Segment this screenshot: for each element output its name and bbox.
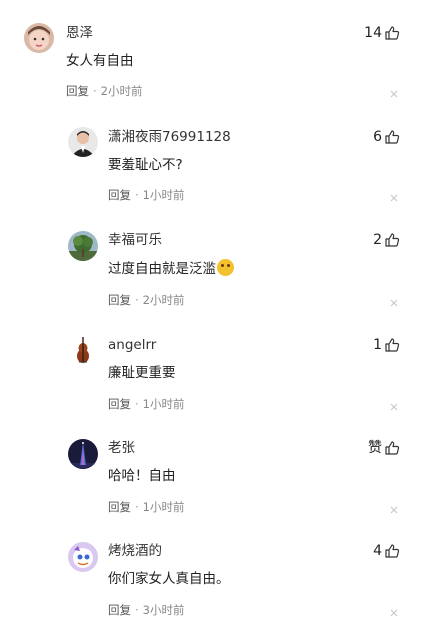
reply-item: 幸福可乐 2 过度自由就是泛滥 回复 · 2小时前 bbox=[0, 215, 427, 320]
close-icon[interactable] bbox=[389, 505, 399, 515]
avatar[interactable] bbox=[68, 542, 98, 572]
like-button[interactable]: 6 bbox=[373, 127, 400, 147]
like-count: 2 bbox=[373, 232, 382, 248]
timestamp: 1小时前 bbox=[142, 397, 185, 411]
close-icon[interactable] bbox=[389, 402, 399, 412]
avatar[interactable] bbox=[68, 335, 98, 365]
reply-item: 烤烧酒的 4 你们家女人真自由。 回复 · 3小时前 bbox=[0, 526, 427, 636]
separator-dot: · bbox=[93, 84, 97, 98]
like-button[interactable]: 2 bbox=[373, 230, 400, 250]
smirk-emoji-icon bbox=[217, 259, 234, 276]
comment-text-row: 过度自由就是泛滥 bbox=[108, 259, 234, 278]
comment-text: 哈哈！自由 bbox=[108, 468, 176, 484]
timestamp: 2小时前 bbox=[142, 293, 185, 307]
reply-item: 潇湘夜雨76991128 6 要羞耻心不? 回复 · 1小时前 bbox=[0, 110, 427, 215]
thumbs-up-icon bbox=[384, 25, 400, 41]
username[interactable]: angelrr bbox=[108, 336, 156, 354]
username[interactable]: 老张 bbox=[108, 439, 135, 457]
close-icon[interactable] bbox=[389, 298, 399, 308]
comment-meta: 回复 · 1小时前 bbox=[108, 396, 184, 412]
avatar[interactable] bbox=[68, 231, 98, 261]
comment-meta: 回复 · 1小时前 bbox=[108, 187, 184, 203]
comment-text: 过度自由就是泛滥 bbox=[108, 261, 216, 277]
like-count: 1 bbox=[373, 337, 382, 353]
thumbs-up-icon bbox=[384, 129, 400, 145]
username[interactable]: 幸福可乐 bbox=[108, 231, 162, 249]
comment-meta: 回复 · 2小时前 bbox=[66, 83, 142, 99]
avatar[interactable] bbox=[68, 439, 98, 469]
comment-meta: 回复 · 3小时前 bbox=[108, 602, 184, 618]
thumbs-up-icon bbox=[384, 337, 400, 353]
separator-dot: · bbox=[135, 500, 139, 514]
timestamp: 3小时前 bbox=[142, 603, 185, 617]
reply-button[interactable]: 回复 bbox=[108, 397, 131, 411]
comment-text: 你们家女人真自由。 bbox=[108, 571, 230, 587]
reply-button[interactable]: 回复 bbox=[108, 188, 131, 202]
timestamp: 1小时前 bbox=[142, 188, 185, 202]
timestamp: 2小时前 bbox=[100, 84, 143, 98]
thumbs-up-icon bbox=[384, 543, 400, 559]
comment-text: 廉耻更重要 bbox=[108, 365, 176, 381]
reply-button[interactable]: 回复 bbox=[66, 84, 89, 98]
reply-item: 老张 赞 哈哈！自由 回复 · 1小时前 bbox=[0, 423, 427, 526]
separator-dot: · bbox=[135, 293, 139, 307]
like-button[interactable]: 4 bbox=[373, 541, 400, 561]
close-icon[interactable] bbox=[389, 608, 399, 618]
comment-item: 恩泽 14 女人有自由 回复 · 2小时前 bbox=[0, 0, 427, 110]
comment-text: 女人有自由 bbox=[66, 53, 134, 69]
reply-item: angelrr 1 廉耻更重要 回复 · 1小时前 bbox=[0, 320, 427, 423]
thumbs-up-icon bbox=[384, 232, 400, 248]
comment-text: 要羞耻心不? bbox=[108, 157, 183, 173]
separator-dot: · bbox=[135, 397, 139, 411]
like-button[interactable]: 1 bbox=[373, 335, 400, 355]
username[interactable]: 恩泽 bbox=[66, 24, 93, 42]
comment-meta: 回复 · 1小时前 bbox=[108, 499, 184, 515]
like-count: 赞 bbox=[368, 440, 382, 456]
like-button[interactable]: 14 bbox=[364, 23, 400, 43]
like-button[interactable]: 赞 bbox=[368, 438, 400, 458]
reply-button[interactable]: 回复 bbox=[108, 293, 131, 307]
separator-dot: · bbox=[135, 603, 139, 617]
reply-button[interactable]: 回复 bbox=[108, 500, 131, 514]
like-count: 6 bbox=[373, 129, 382, 145]
username[interactable]: 潇湘夜雨76991128 bbox=[108, 128, 231, 146]
timestamp: 1小时前 bbox=[142, 500, 185, 514]
like-count: 4 bbox=[373, 543, 382, 559]
close-icon[interactable] bbox=[389, 193, 399, 203]
like-count: 14 bbox=[364, 25, 382, 41]
reply-button[interactable]: 回复 bbox=[108, 603, 131, 617]
separator-dot: · bbox=[135, 188, 139, 202]
avatar[interactable] bbox=[24, 23, 54, 53]
close-icon[interactable] bbox=[389, 89, 399, 99]
thumbs-up-icon bbox=[384, 440, 400, 456]
comment-meta: 回复 · 2小时前 bbox=[108, 292, 184, 308]
avatar[interactable] bbox=[68, 127, 98, 157]
username[interactable]: 烤烧酒的 bbox=[108, 542, 162, 560]
